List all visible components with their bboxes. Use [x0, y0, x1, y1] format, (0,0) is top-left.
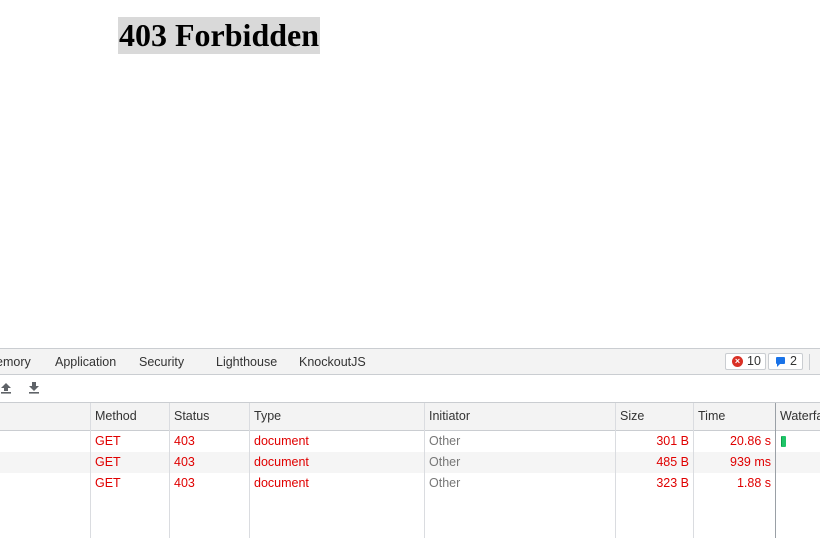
column-divider	[424, 403, 425, 538]
table-row[interactable]: GET 403 document Other 323 B 1.88 s	[0, 473, 820, 494]
waterfall-bar	[781, 436, 786, 447]
message-icon	[776, 357, 785, 367]
table-row[interactable]: GET 403 document Other 485 B 939 ms	[0, 452, 820, 473]
table-row[interactable]: GET 403 document Other 301 B 20.86 s	[0, 431, 820, 452]
download-har-icon[interactable]	[27, 381, 41, 395]
messages-counter[interactable]: 2	[768, 353, 803, 370]
cell-status: 403	[174, 455, 195, 469]
errors-counter[interactable]: × 10	[725, 353, 766, 370]
cell-initiator: Other	[429, 455, 461, 469]
cell-type: document	[254, 434, 309, 448]
tab-application[interactable]: Application	[55, 349, 116, 375]
column-divider	[615, 403, 616, 538]
column-header-initiator[interactable]: Initiator	[429, 403, 470, 430]
cell-time: 20.86 s	[729, 434, 771, 448]
messages-count: 2	[790, 354, 797, 368]
page-content: 403 Forbidden	[0, 0, 820, 348]
column-header-time[interactable]: Time	[698, 403, 725, 430]
column-header-method[interactable]: Method	[95, 403, 137, 430]
network-toolbar	[0, 375, 820, 403]
error-icon: ×	[732, 356, 743, 367]
network-request-table: Method Status Type Initiator Size Time W…	[0, 403, 820, 538]
cell-time: 939 ms	[730, 455, 771, 469]
cell-type: document	[254, 455, 309, 469]
cell-type: document	[254, 476, 309, 490]
column-divider	[90, 403, 91, 538]
column-divider	[169, 403, 170, 538]
devtools-panel: emory Application Security Lighthouse Kn…	[0, 348, 820, 538]
tabbar-divider	[809, 354, 810, 370]
upload-har-icon[interactable]	[0, 381, 13, 395]
cell-size: 301 B	[656, 434, 689, 448]
table-header: Method Status Type Initiator Size Time W…	[0, 403, 820, 431]
cell-method: GET	[95, 434, 121, 448]
column-divider	[249, 403, 250, 538]
page-title: 403 Forbidden	[118, 17, 321, 54]
column-header-status[interactable]: Status	[174, 403, 209, 430]
column-header-waterfall[interactable]: Waterfa	[780, 403, 820, 430]
cell-size: 485 B	[656, 455, 689, 469]
cell-status: 403	[174, 434, 195, 448]
cell-method: GET	[95, 476, 121, 490]
cell-method: GET	[95, 455, 121, 469]
waterfall-divider	[775, 403, 776, 538]
tab-knockoutjs[interactable]: KnockoutJS	[299, 349, 366, 375]
cell-status: 403	[174, 476, 195, 490]
tab-memory[interactable]: emory	[0, 349, 31, 375]
column-header-size[interactable]: Size	[620, 403, 644, 430]
devtools-tabbar: emory Application Security Lighthouse Kn…	[0, 348, 820, 375]
cell-size: 323 B	[656, 476, 689, 490]
cell-initiator: Other	[429, 476, 461, 490]
errors-count: 10	[747, 354, 761, 368]
tab-security[interactable]: Security	[139, 349, 184, 375]
column-header-type[interactable]: Type	[254, 403, 281, 430]
cell-time: 1.88 s	[736, 476, 771, 490]
column-divider	[693, 403, 694, 538]
tab-lighthouse[interactable]: Lighthouse	[216, 349, 277, 375]
cell-initiator: Other	[429, 434, 461, 448]
